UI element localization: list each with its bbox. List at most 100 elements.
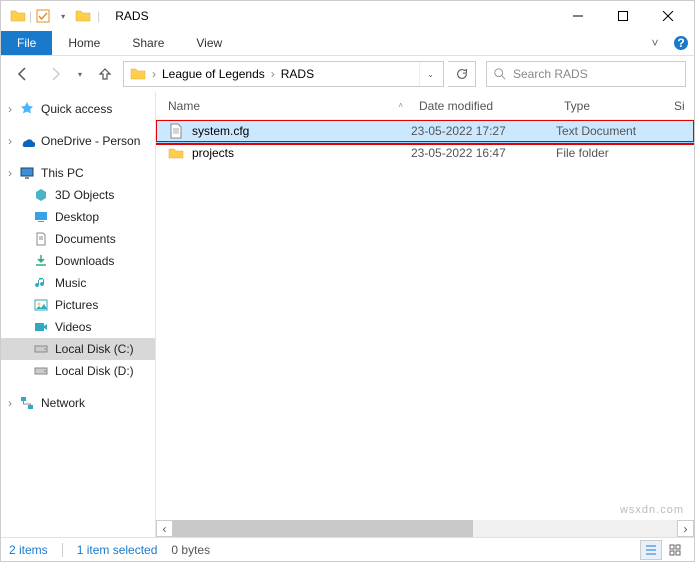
tree-item-label: Quick access bbox=[41, 102, 112, 116]
breadcrumb-segment[interactable]: League of Legends bbox=[158, 67, 269, 81]
tree-item-label: Network bbox=[41, 396, 85, 410]
tree-item-3d-objects[interactable]: 3D Objects bbox=[1, 184, 155, 206]
file-pane: Name˄ Date modified Type Si system.cfg23… bbox=[156, 92, 694, 537]
qat-separator: | bbox=[94, 9, 103, 23]
maximize-button[interactable] bbox=[600, 2, 645, 30]
tree-item-label: OneDrive - Person bbox=[41, 134, 140, 148]
tree-item-label: This PC bbox=[41, 166, 84, 180]
tab-share[interactable]: Share bbox=[116, 31, 180, 55]
column-headers: Name˄ Date modified Type Si bbox=[156, 92, 694, 120]
search-input[interactable] bbox=[513, 67, 679, 81]
chevron-right-icon[interactable]: › bbox=[269, 67, 277, 81]
breadcrumb-segment[interactable]: RADS bbox=[277, 67, 318, 81]
tree-item-label: Music bbox=[55, 276, 86, 290]
tree-item-local-disk-c-[interactable]: Local Disk (C:) bbox=[1, 338, 155, 360]
file-list[interactable]: system.cfg23-05-2022 17:27Text Documentp… bbox=[156, 120, 694, 520]
tree-item-downloads[interactable]: Downloads bbox=[1, 250, 155, 272]
file-icon bbox=[168, 123, 184, 139]
quick-access-toolbar: | ▾ | bbox=[5, 7, 107, 25]
address-dropdown-icon[interactable]: ⌄ bbox=[419, 62, 441, 86]
tree-item-pictures[interactable]: Pictures bbox=[1, 294, 155, 316]
file-row[interactable]: system.cfg23-05-2022 17:27Text Document bbox=[156, 120, 694, 142]
tree-item-label: 3D Objects bbox=[55, 188, 114, 202]
recent-dropdown-icon[interactable]: ▾ bbox=[73, 60, 87, 88]
scroll-left-icon[interactable]: ‹ bbox=[156, 520, 173, 537]
tab-view[interactable]: View bbox=[180, 31, 238, 55]
ribbon-expand-icon[interactable]: ˅ bbox=[642, 31, 668, 55]
tree-item-label: Videos bbox=[55, 320, 91, 334]
expand-caret-icon[interactable]: › bbox=[5, 102, 15, 116]
qat-divider: | bbox=[29, 9, 32, 23]
tree-item-music[interactable]: Music bbox=[1, 272, 155, 294]
up-button[interactable] bbox=[91, 60, 119, 88]
titlebar: | ▾ | RADS bbox=[1, 1, 694, 31]
column-size[interactable]: Si bbox=[666, 99, 694, 113]
onedrive-icon bbox=[19, 133, 35, 149]
chevron-right-icon[interactable]: › bbox=[150, 67, 158, 81]
tab-home[interactable]: Home bbox=[52, 31, 116, 55]
address-bar[interactable]: › League of Legends › RADS ⌄ bbox=[123, 61, 444, 87]
desktop-icon bbox=[33, 209, 49, 225]
close-button[interactable] bbox=[645, 2, 690, 30]
svg-text:?: ? bbox=[677, 36, 684, 50]
documents-icon bbox=[33, 231, 49, 247]
downloads-icon bbox=[33, 253, 49, 269]
back-button[interactable] bbox=[9, 60, 37, 88]
pictures-icon bbox=[33, 297, 49, 313]
scroll-right-icon[interactable]: › bbox=[677, 520, 694, 537]
nav-row: ▾ › League of Legends › RADS ⌄ bbox=[1, 56, 694, 92]
file-type: Text Document bbox=[556, 124, 666, 138]
pc-icon bbox=[19, 165, 35, 181]
tree-item-videos[interactable]: Videos bbox=[1, 316, 155, 338]
3d-icon bbox=[33, 187, 49, 203]
checkbox-icon[interactable] bbox=[34, 7, 52, 25]
expand-caret-icon[interactable]: › bbox=[5, 166, 15, 180]
disk-icon bbox=[33, 363, 49, 379]
tree-item-desktop[interactable]: Desktop bbox=[1, 206, 155, 228]
column-date[interactable]: Date modified bbox=[411, 99, 556, 113]
window-controls bbox=[555, 2, 690, 30]
tree-item-this-pc[interactable]: › This PC bbox=[1, 162, 155, 184]
videos-icon bbox=[33, 319, 49, 335]
column-name[interactable]: Name˄ bbox=[156, 99, 411, 113]
tree-item-label: Desktop bbox=[55, 210, 99, 224]
star-icon bbox=[19, 101, 35, 117]
watermark: wsxdn.com bbox=[620, 504, 684, 516]
qat-dropdown-icon[interactable]: ▾ bbox=[54, 7, 72, 25]
horizontal-scrollbar[interactable]: ‹ › bbox=[156, 520, 694, 537]
tree-item-label: Pictures bbox=[55, 298, 98, 312]
music-icon bbox=[33, 275, 49, 291]
network-icon bbox=[19, 395, 35, 411]
refresh-button[interactable] bbox=[448, 61, 476, 87]
minimize-button[interactable] bbox=[555, 2, 600, 30]
search-icon bbox=[493, 67, 507, 81]
tree-item-quick-access[interactable]: › Quick access bbox=[1, 98, 155, 120]
forward-button[interactable] bbox=[41, 60, 69, 88]
tree-item-documents[interactable]: Documents bbox=[1, 228, 155, 250]
search-box[interactable] bbox=[486, 61, 686, 87]
file-tab[interactable]: File bbox=[1, 31, 52, 55]
file-date: 23-05-2022 17:27 bbox=[411, 124, 556, 138]
column-type[interactable]: Type bbox=[556, 99, 666, 113]
view-thumbnails-button[interactable] bbox=[664, 540, 686, 560]
status-size: 0 bytes bbox=[171, 543, 210, 557]
scrollbar-thumb[interactable] bbox=[173, 520, 473, 537]
title-text: RADS bbox=[115, 9, 148, 23]
status-bar: 2 items 1 item selected 0 bytes bbox=[1, 537, 694, 561]
status-selection: 1 item selected bbox=[77, 543, 158, 557]
tree-item-label: Documents bbox=[55, 232, 116, 246]
tree-item-local-disk-d-[interactable]: Local Disk (D:) bbox=[1, 360, 155, 382]
breadcrumb-root-icon[interactable] bbox=[126, 66, 150, 82]
expand-caret-icon[interactable]: › bbox=[5, 134, 15, 148]
file-row[interactable]: projects23-05-2022 16:47File folder bbox=[156, 142, 694, 164]
help-button[interactable]: ? bbox=[668, 31, 694, 55]
disk-icon bbox=[33, 341, 49, 357]
expand-caret-icon[interactable]: › bbox=[5, 396, 15, 410]
tree-item-onedrive-person[interactable]: › OneDrive - Person bbox=[1, 130, 155, 152]
view-details-button[interactable] bbox=[640, 540, 662, 560]
tree-item-network[interactable]: › Network bbox=[1, 392, 155, 414]
ribbon-tabs: File Home Share View ˅ ? bbox=[1, 31, 694, 56]
tree-item-label: Local Disk (D:) bbox=[55, 364, 134, 378]
nav-tree[interactable]: › Quick access › OneDrive - Person › This PC 3… bbox=[1, 92, 156, 537]
tree-item-label: Local Disk (C:) bbox=[55, 342, 134, 356]
